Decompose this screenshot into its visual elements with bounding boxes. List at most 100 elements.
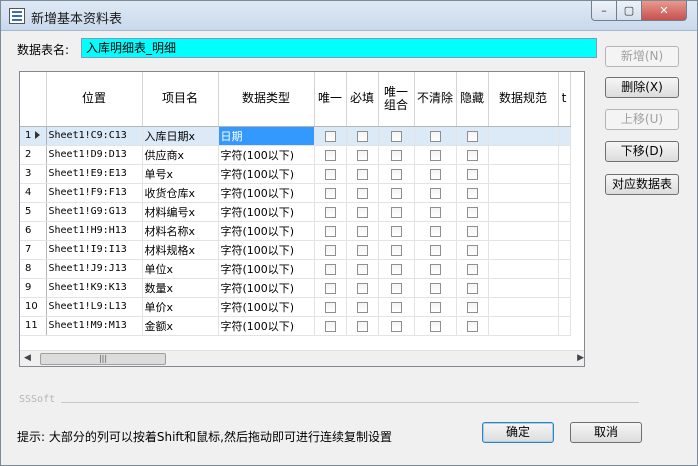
column-header-no-clear[interactable]: 不清除: [414, 72, 457, 127]
unique-checkbox[interactable]: [324, 149, 336, 161]
cell-item-name[interactable]: 材料编号x: [142, 202, 219, 222]
required-checkbox[interactable]: [356, 225, 368, 237]
cell-truncated[interactable]: [558, 259, 571, 279]
no-clear-checkbox[interactable]: [429, 225, 441, 237]
horizontal-scrollbar[interactable]: ◀ ||| ▶: [20, 350, 584, 366]
required-checkbox[interactable]: [356, 320, 368, 332]
cell-data-type[interactable]: 字符(100以下): [218, 164, 315, 184]
cell-no-clear[interactable]: [414, 316, 457, 336]
no-clear-checkbox[interactable]: [429, 320, 441, 332]
cell-unique[interactable]: [314, 259, 347, 279]
cell-required[interactable]: [346, 164, 379, 184]
cell-item-name[interactable]: 数量x: [142, 278, 219, 298]
hidden-checkbox[interactable]: [466, 149, 478, 161]
column-header-item-name[interactable]: 项目名: [142, 72, 219, 127]
close-button[interactable]: ✕: [641, 1, 687, 21]
column-header-truncated[interactable]: t: [558, 72, 571, 127]
cell-unique[interactable]: [314, 183, 347, 203]
cell-data-spec[interactable]: [488, 126, 559, 146]
cell-unique[interactable]: [314, 202, 347, 222]
cell-data-spec[interactable]: [488, 316, 559, 336]
cell-no-clear[interactable]: [414, 240, 457, 260]
cell-item-name[interactable]: 入库日期x: [142, 126, 219, 146]
required-checkbox[interactable]: [356, 301, 368, 313]
table-name-input[interactable]: 入库明细表_明细: [81, 38, 597, 58]
scroll-left-arrow-icon[interactable]: ◀: [24, 353, 31, 363]
no-clear-checkbox[interactable]: [429, 301, 441, 313]
unique-combo-checkbox[interactable]: [390, 187, 402, 199]
horizontal-scroll-thumb[interactable]: |||: [40, 353, 166, 365]
row-number[interactable]: 8: [20, 259, 47, 279]
cell-required[interactable]: [346, 259, 379, 279]
ok-button[interactable]: 确定: [482, 422, 554, 443]
column-header-data-spec[interactable]: 数据规范: [488, 72, 559, 127]
hidden-checkbox[interactable]: [466, 244, 478, 256]
cell-data-type[interactable]: 字符(100以下): [218, 316, 315, 336]
cell-position[interactable]: Sheet1!D9:D13: [46, 145, 143, 165]
table-row[interactable]: 3 Sheet1!E9:E13 单号x 字符(100以下): [20, 164, 571, 184]
cell-unique[interactable]: [314, 278, 347, 298]
table-row[interactable]: 2 Sheet1!D9:D13 供应商x 字符(100以下): [20, 145, 571, 165]
cell-data-spec[interactable]: [488, 259, 559, 279]
move-down-button[interactable]: 下移(D): [605, 141, 679, 162]
unique-checkbox[interactable]: [324, 187, 336, 199]
table-row[interactable]: 9 Sheet1!K9:K13 数量x 字符(100以下): [20, 278, 571, 298]
cell-data-spec[interactable]: [488, 240, 559, 260]
cell-data-type[interactable]: 字符(100以下): [218, 297, 315, 317]
table-row[interactable]: 8 Sheet1!J9:J13 单位x 字符(100以下): [20, 259, 571, 279]
hidden-checkbox[interactable]: [466, 320, 478, 332]
hidden-checkbox[interactable]: [466, 301, 478, 313]
cell-hidden[interactable]: [456, 221, 489, 241]
required-checkbox[interactable]: [356, 168, 368, 180]
cell-truncated[interactable]: [558, 297, 571, 317]
cell-item-name[interactable]: 单价x: [142, 297, 219, 317]
required-checkbox[interactable]: [356, 130, 368, 142]
table-row[interactable]: 5 Sheet1!G9:G13 材料编号x 字符(100以下): [20, 202, 571, 222]
cell-truncated[interactable]: [558, 316, 571, 336]
unique-combo-checkbox[interactable]: [390, 320, 402, 332]
cell-data-spec[interactable]: [488, 164, 559, 184]
cell-data-type[interactable]: 字符(100以下): [218, 240, 315, 260]
hidden-checkbox[interactable]: [466, 282, 478, 294]
row-number[interactable]: 1: [20, 126, 47, 146]
column-header-unique-combo[interactable]: 唯一 组合: [378, 72, 415, 127]
cell-unique-combo[interactable]: [378, 240, 415, 260]
cell-data-type[interactable]: 字符(100以下): [218, 183, 315, 203]
hidden-checkbox[interactable]: [466, 168, 478, 180]
unique-combo-checkbox[interactable]: [390, 149, 402, 161]
required-checkbox[interactable]: [356, 282, 368, 294]
cell-truncated[interactable]: [558, 145, 571, 165]
cell-unique-combo[interactable]: [378, 202, 415, 222]
hidden-checkbox[interactable]: [466, 187, 478, 199]
cell-item-name[interactable]: 收货仓库x: [142, 183, 219, 203]
cell-no-clear[interactable]: [414, 221, 457, 241]
row-number[interactable]: 10: [20, 297, 47, 317]
cell-required[interactable]: [346, 183, 379, 203]
unique-combo-checkbox[interactable]: [390, 282, 402, 294]
cell-required[interactable]: [346, 126, 379, 146]
cell-truncated[interactable]: [558, 278, 571, 298]
unique-combo-checkbox[interactable]: [390, 244, 402, 256]
cell-hidden[interactable]: [456, 240, 489, 260]
unique-combo-checkbox[interactable]: [390, 206, 402, 218]
hidden-checkbox[interactable]: [466, 263, 478, 275]
table-row[interactable]: 1 Sheet1!C9:C13 入库日期x 日期: [20, 126, 571, 146]
column-header-required[interactable]: 必填: [346, 72, 379, 127]
row-number[interactable]: 2: [20, 145, 47, 165]
unique-checkbox[interactable]: [324, 206, 336, 218]
cell-truncated[interactable]: [558, 164, 571, 184]
row-number[interactable]: 6: [20, 221, 47, 241]
cell-data-type[interactable]: 字符(100以下): [218, 278, 315, 298]
cell-item-name[interactable]: 金额x: [142, 316, 219, 336]
cell-position[interactable]: Sheet1!J9:J13: [46, 259, 143, 279]
cell-unique-combo[interactable]: [378, 221, 415, 241]
cell-position[interactable]: Sheet1!K9:K13: [46, 278, 143, 298]
cell-truncated[interactable]: [558, 202, 571, 222]
cell-item-name[interactable]: 单位x: [142, 259, 219, 279]
column-header-unique[interactable]: 唯一: [314, 72, 347, 127]
table-row[interactable]: 11 Sheet1!M9:M13 金额x 字符(100以下): [20, 316, 571, 336]
no-clear-checkbox[interactable]: [429, 263, 441, 275]
cell-position[interactable]: Sheet1!H9:H13: [46, 221, 143, 241]
cell-truncated[interactable]: [558, 183, 571, 203]
unique-combo-checkbox[interactable]: [390, 168, 402, 180]
